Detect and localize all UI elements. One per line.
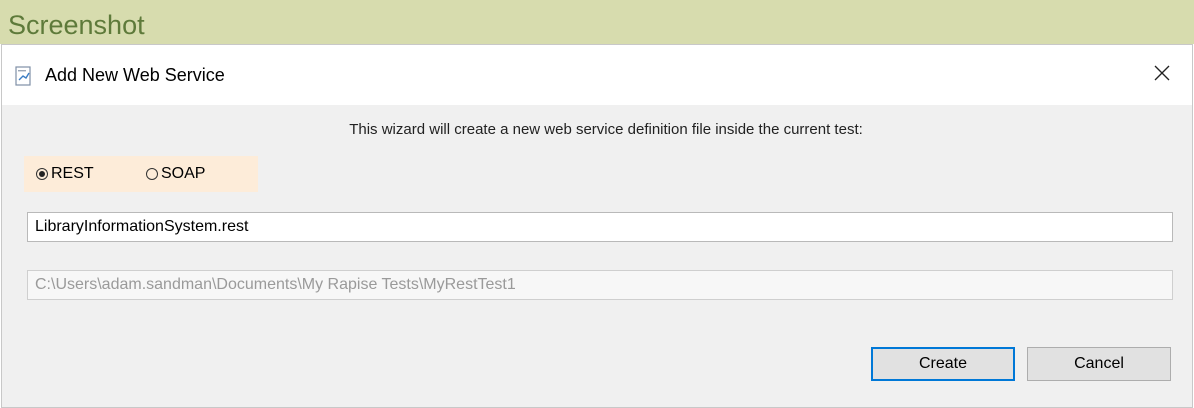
add-web-service-dialog: Add New Web Service This wizard will cre… <box>1 44 1193 408</box>
cancel-button[interactable]: Cancel <box>1027 347 1171 381</box>
dialog-title: Add New Web Service <box>45 65 225 85</box>
wizard-intro-text: This wizard will create a new web servic… <box>349 121 863 138</box>
create-button-label: Create <box>918 355 968 372</box>
radio-rest-indicator[interactable] <box>36 168 48 180</box>
radio-rest[interactable]: REST <box>36 156 94 192</box>
service-type-radio-group: REST SOAP <box>24 156 258 192</box>
screenshot-banner: Screenshot <box>0 0 1194 44</box>
close-icon <box>1154 65 1170 86</box>
radio-soap-indicator[interactable] <box>146 168 158 180</box>
cancel-button-label: Cancel <box>1074 355 1124 372</box>
create-button[interactable]: Create <box>871 347 1015 381</box>
radio-soap[interactable]: SOAP <box>146 156 205 192</box>
banner-title: Screenshot <box>8 10 145 40</box>
dialog-titlebar: Add New Web Service <box>2 45 1192 105</box>
file-name-input[interactable] <box>27 212 1173 242</box>
close-button[interactable] <box>1142 57 1182 93</box>
document-icon <box>14 66 34 86</box>
folder-path-input[interactable] <box>27 270 1173 300</box>
radio-soap-label: SOAP <box>161 165 206 182</box>
radio-rest-label: REST <box>51 165 94 182</box>
